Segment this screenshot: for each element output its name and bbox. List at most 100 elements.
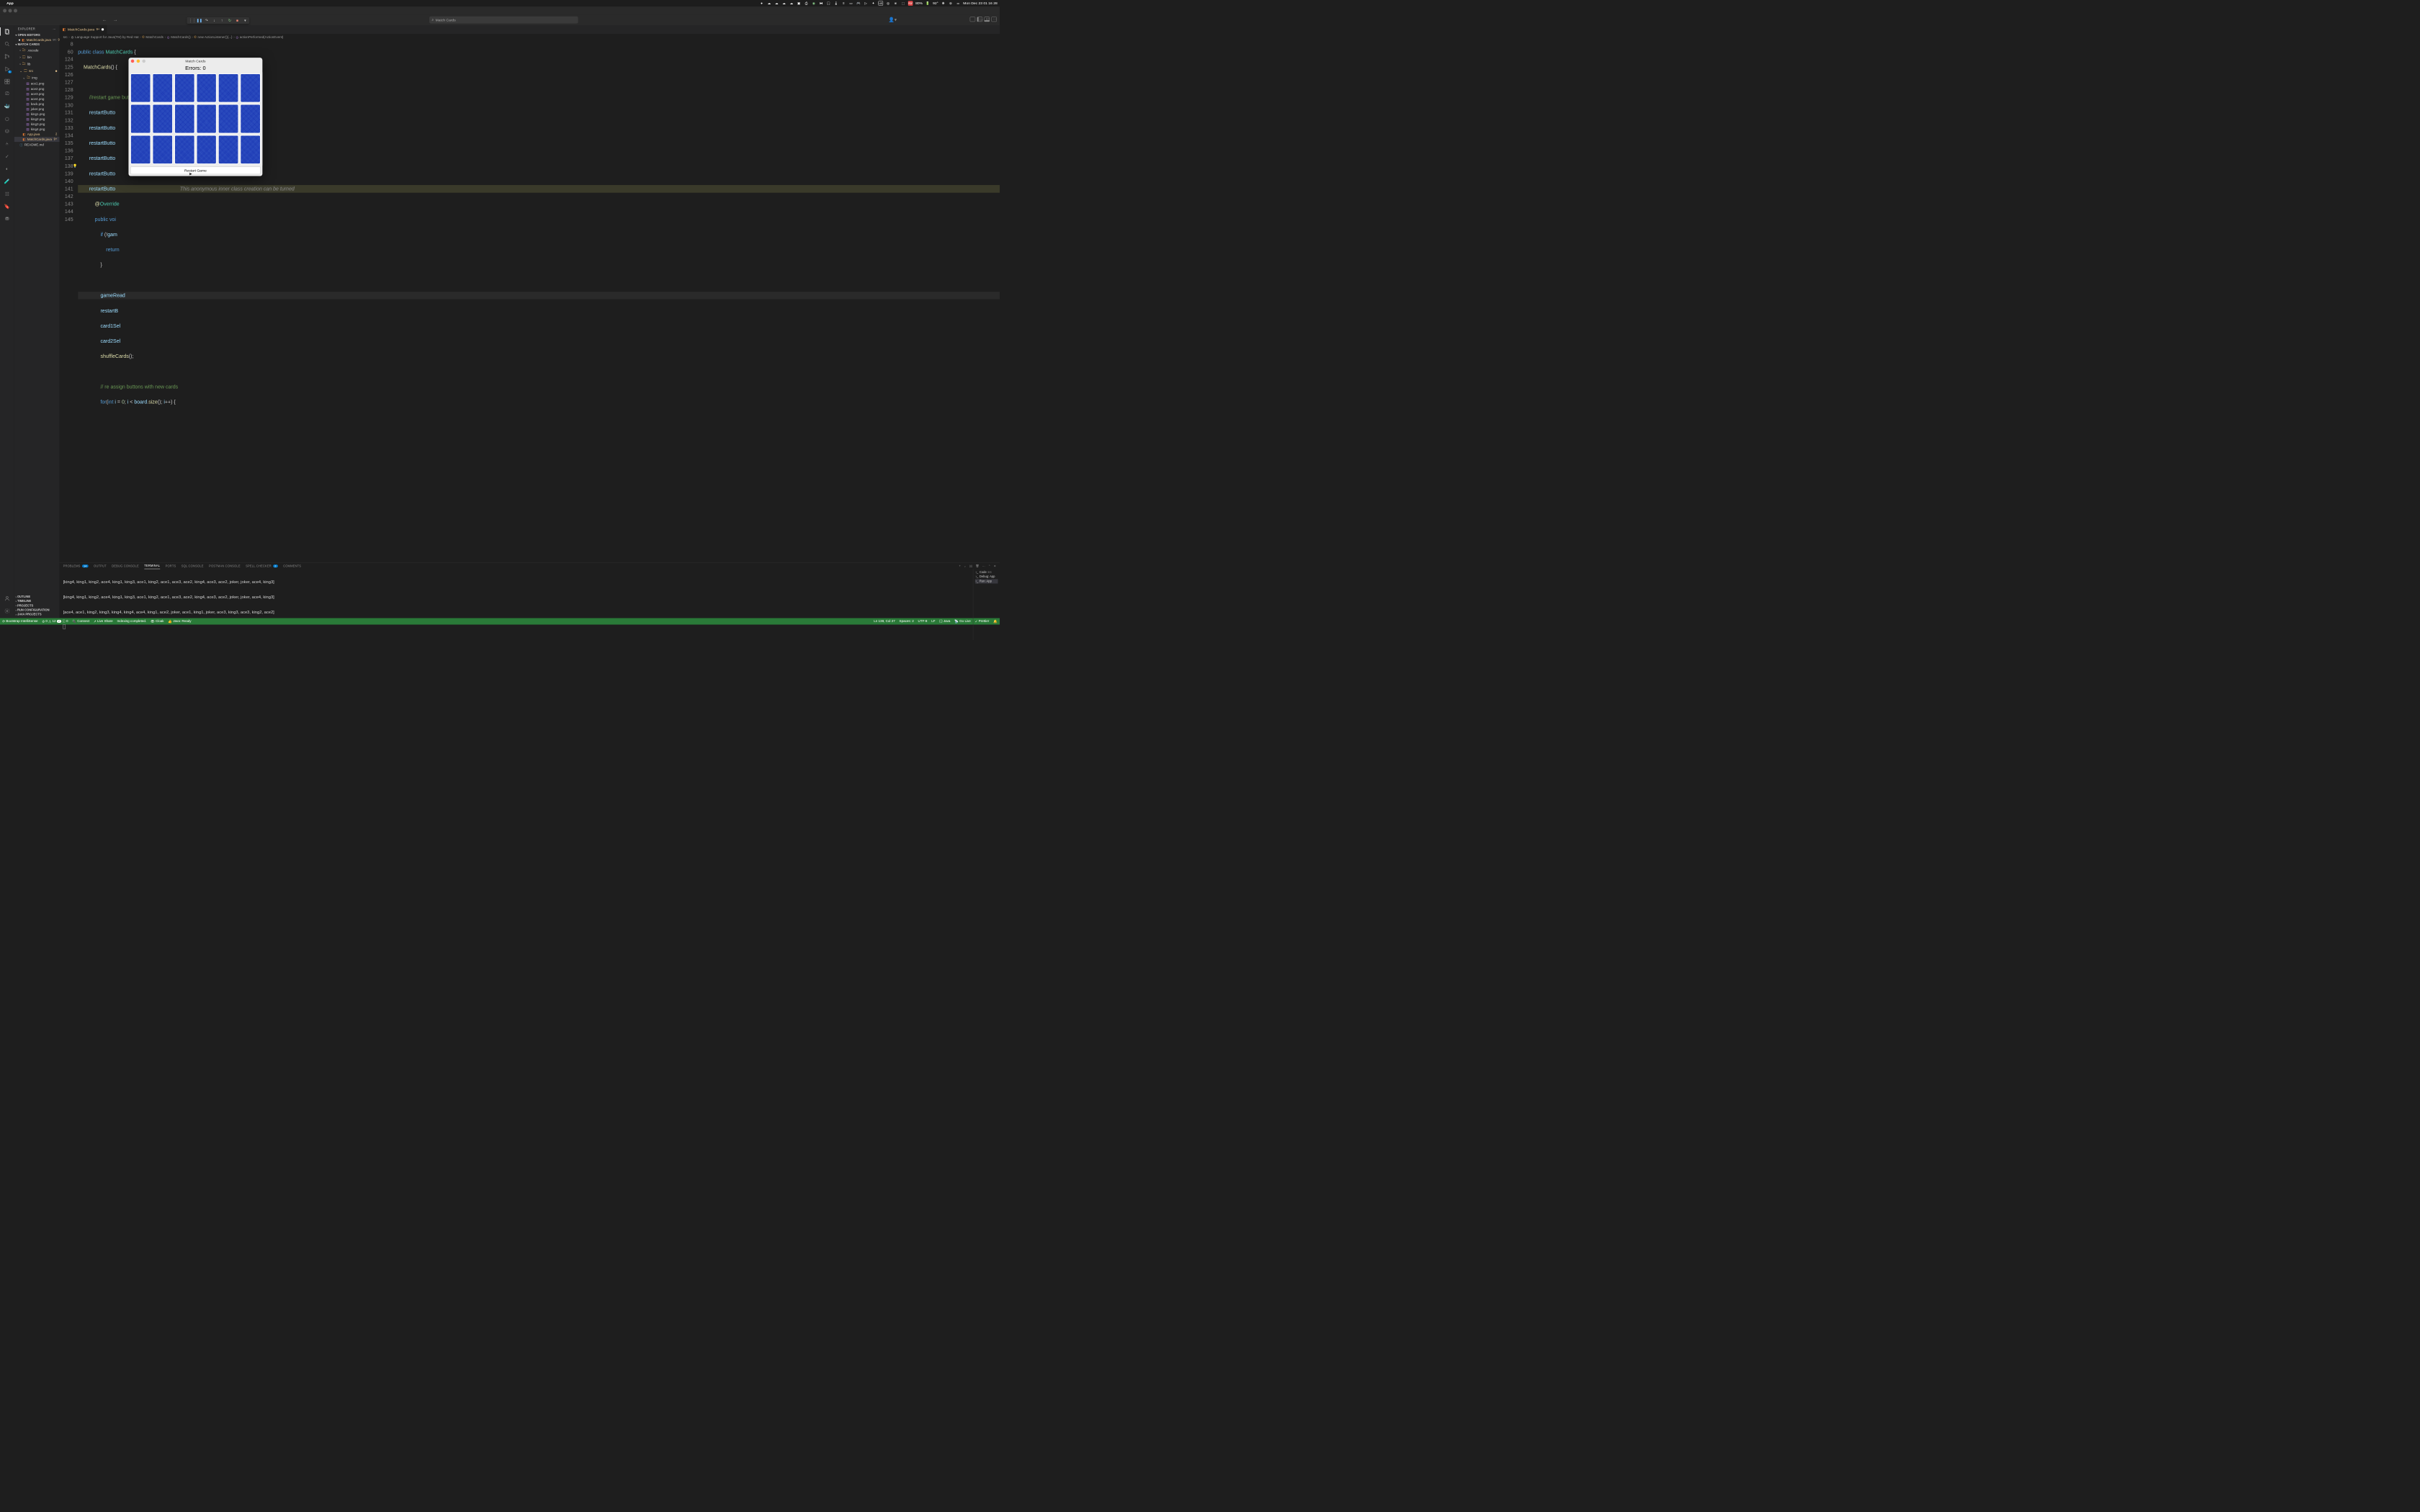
wifi-icon[interactable]: ⊚ [949,1,954,6]
cloud-icon[interactable]: ☁ [774,1,779,6]
tree-file-readme[interactable]: ⓘREADME.md [14,142,60,148]
breadcrumbs[interactable]: src› ⚙Language Support for Java(TM) by R… [60,34,1000,40]
live-activity-icon[interactable]: ◐ [4,166,11,173]
accounts-activity-icon[interactable] [4,595,11,602]
tree-file[interactable]: ▧ace3.png [14,91,60,96]
tool-icon[interactable]: ⎙ [804,1,809,6]
close-window-button[interactable] [3,9,6,12]
explorer-activity-icon[interactable] [4,28,11,35]
status-bell-icon[interactable]: 🔔 [993,619,998,623]
pdf-icon[interactable]: PDF [908,1,913,6]
app-icon[interactable]: ▣ [797,1,802,6]
panel-tab-spell-checker[interactable]: SPELL CHECKER 2 [246,563,278,569]
status-problems[interactable]: ⊘ 0 ⚠ 12 2 ⓘ 0 [42,619,68,624]
tree-file-matchcards-java[interactable]: ◧MatchCards.java9+ [14,137,60,142]
battery-icon[interactable]: 🔋 [926,1,931,6]
tree-file[interactable]: ▧king1.png [14,112,60,117]
panel-tab-sql-console[interactable]: SQL CONSOLE [182,563,204,569]
test-activity-icon[interactable]: 🧪 [4,178,11,185]
tree-file[interactable]: ▧king2.png [14,117,60,122]
card-button[interactable] [196,104,216,134]
status-indexing[interactable]: Indexing completed. [117,619,146,623]
maximize-panel-icon[interactable]: ⌃ [988,564,990,568]
brain-icon[interactable]: ※ [893,1,898,6]
display-icon[interactable]: ▭ [848,1,853,6]
command-center[interactable]: ⌕ Match Cards [429,17,578,24]
card-button[interactable] [152,135,172,164]
settings-activity-icon[interactable] [4,608,11,615]
panel-tab-ports[interactable]: PORTS [166,563,176,569]
card-button[interactable] [218,104,238,134]
card-button[interactable] [240,104,260,134]
status-prettier[interactable]: ✓ Prettier [975,619,990,623]
card-button[interactable] [130,135,151,164]
bookmark-activity-icon[interactable]: 🔖 [4,203,11,210]
status-spaces[interactable]: Spaces: 2 [900,619,914,623]
bluetooth-icon[interactable]: ⧓ [819,1,824,6]
tree-folder-src[interactable]: ⌄🗀src [14,68,60,75]
explorer-more-icon[interactable]: ⋯ [53,27,55,31]
status-cursor-position[interactable]: Ln 138, Col 27 [874,619,895,623]
nav-forward-icon[interactable]: → [111,17,119,23]
headphones-icon[interactable]: 🎧 [826,1,831,6]
debug-drag-handle-icon[interactable]: ⋮⋮ [189,19,194,23]
maximize-window-button[interactable] [14,9,17,12]
cloud-icon[interactable]: ☁ [767,1,772,6]
tree-file[interactable]: ▧ace2.png [14,86,60,91]
run-debug-activity-icon[interactable]: 1 [4,66,11,73]
nav-back-icon[interactable]: ← [101,17,109,23]
app-icon[interactable]: ⬚ [900,1,905,6]
debug-restart-icon[interactable]: ↻ [228,19,233,23]
cloud-icon[interactable]: ☁ [781,1,786,6]
card-button[interactable] [130,73,151,103]
panel-tab-terminal[interactable]: TERMINAL [144,563,160,569]
keyboard-icon[interactable]: US [878,1,883,6]
status-connect[interactable]: 🔌 Connect [72,619,89,623]
terminal-item[interactable]: ›_Run: App [975,579,998,583]
debug-pause-icon[interactable]: ❚❚ [197,19,202,23]
game-icon[interactable]: 🎮 [856,1,861,6]
temperature[interactable]: 92° [933,1,938,6]
tree-file[interactable]: ▧king3.png [14,122,60,127]
control-center-icon[interactable]: ⚌ [956,1,961,6]
card-button[interactable] [240,73,260,103]
play-icon[interactable]: ▷ [864,1,869,6]
card-button[interactable] [196,73,216,103]
status-live-share[interactable]: ↗ Live Share [94,619,113,623]
more-actions-icon[interactable]: ⋯ [993,17,997,22]
status-encoding[interactable]: UTF-8 [918,619,928,623]
status-language[interactable]: { } Java [939,619,950,623]
tree-folder-bin[interactable]: ›🗀bin [14,54,60,61]
tree-folder-vscode[interactable]: ›🗀.vscode [14,47,60,54]
git-graph-activity-icon[interactable]: ⑃ [4,140,11,148]
extensions-activity-icon[interactable] [4,78,11,85]
close-panel-icon[interactable]: ✕ [994,564,996,568]
panel-tab-problems[interactable]: PROBLEMS 14 [63,563,89,569]
locate-icon[interactable]: ◎ [886,1,891,6]
trash-icon[interactable]: 🗑 [975,564,979,568]
minimize-window-button[interactable] [9,9,12,12]
todo-activity-icon[interactable]: ✓ [4,153,11,160]
run-icon[interactable]: ▷ [980,17,982,22]
status-java[interactable]: 👍 Java: Ready [168,619,191,623]
menubar-app-name[interactable]: App [6,1,14,6]
chart-icon[interactable]: ≡ [841,1,846,6]
copilot-icon[interactable]: 👤▾ [889,17,897,22]
status-go-live[interactable]: 📡 Go Live [954,619,971,623]
card-button[interactable] [218,73,238,103]
hex-activity-icon[interactable]: ⬡ [4,115,11,122]
restart-game-button[interactable]: Restart Game [130,166,261,174]
tree-file[interactable]: ▧king4.png [14,127,60,132]
cloud-icon[interactable]: ☁ [789,1,794,6]
java-projects-section[interactable]: ›JAVA PROJECTS [14,613,60,617]
tree-folder-img[interactable]: ⌄🗀img [14,74,60,81]
status-cloak[interactable]: 👁 Cloak [151,619,164,623]
card-button[interactable] [152,104,172,134]
open-editor-item[interactable]: ● ◧ MatchCards.java src 9+ [14,37,60,42]
debug-step-over-icon[interactable]: ↷ [204,19,209,23]
card-button[interactable] [152,73,172,103]
panel-tab-postman-console[interactable]: POSTMAN CONSOLE [209,563,241,569]
tree-file[interactable]: ▧ace4.png [14,96,60,102]
debug-step-out-icon[interactable]: ↑ [220,19,225,23]
layout-icon[interactable] [970,17,975,22]
